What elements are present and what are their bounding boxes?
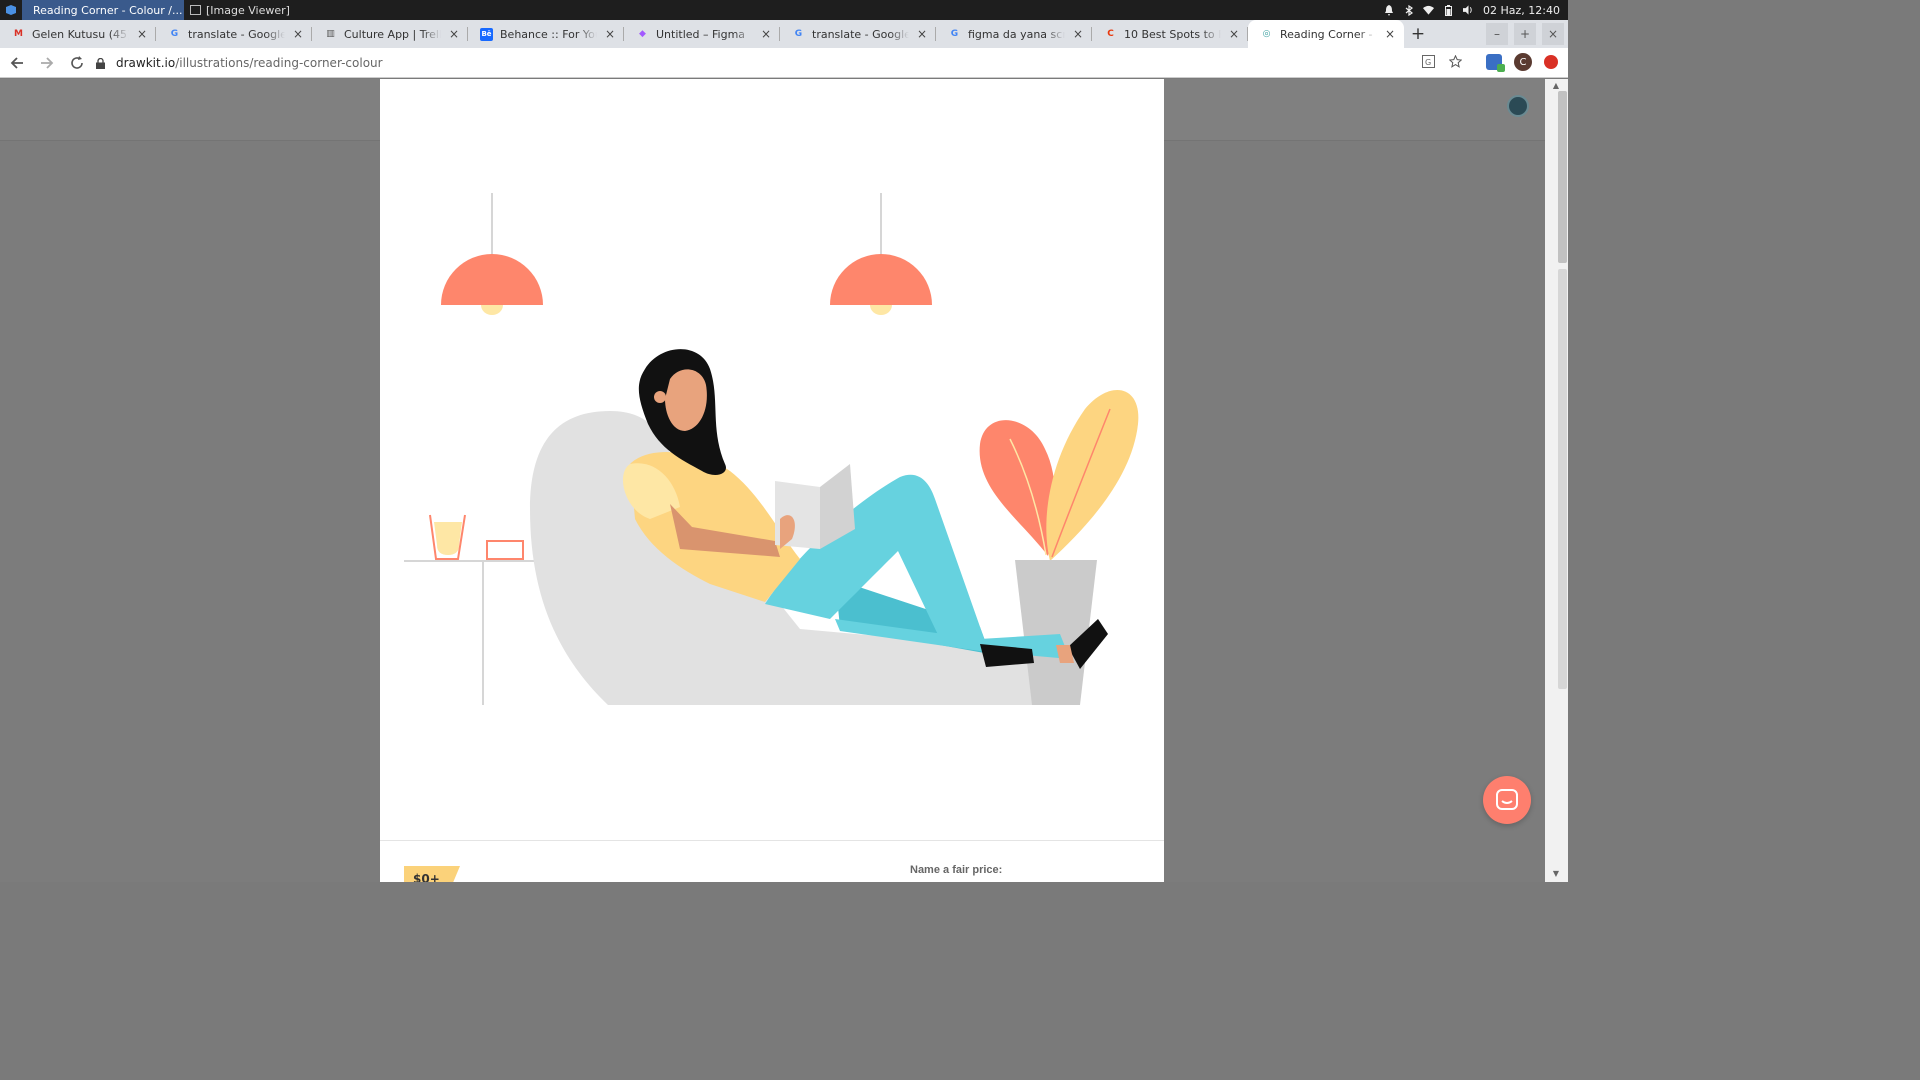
tab-title: Gelen Kutusu (45) - ca: [32, 27, 129, 41]
minimize-icon[interactable]: –: [1486, 23, 1508, 45]
scrollbar-track[interactable]: [1558, 269, 1567, 689]
back-arrow-icon[interactable]: [4, 50, 30, 76]
taskbar-item-browser[interactable]: Reading Corner - Colour /...: [22, 0, 184, 20]
update-alert-icon[interactable]: [1544, 55, 1558, 69]
page-scrollbar[interactable]: ▲ ▼: [1545, 79, 1568, 882]
url-path: /illustrations/reading-corner-colour: [175, 56, 383, 70]
extensions-area: C: [1486, 53, 1558, 72]
fair-price-label: Name a fair price:: [910, 864, 1003, 876]
drawkit-icon: ◎: [1262, 29, 1271, 39]
scrollbar-thumb[interactable]: [1558, 91, 1567, 263]
wifi-icon[interactable]: [1423, 5, 1435, 16]
behance-icon: Bē: [480, 27, 493, 41]
price-badge: $0+: [404, 866, 460, 882]
tab-title: 10 Best Spots to Find: [1124, 27, 1221, 41]
tab-behance[interactable]: Bē Behance :: For You ×: [468, 20, 624, 48]
notification-bell-icon[interactable]: [1383, 4, 1394, 16]
tab-best-spots[interactable]: C 10 Best Spots to Find ×: [1092, 20, 1248, 48]
tab-figma[interactable]: ◆ Untitled – Figma ×: [624, 20, 780, 48]
tab-gmail[interactable]: M Gelen Kutusu (45) - ca ×: [0, 20, 156, 48]
tab-title: translate - Google'da: [812, 27, 909, 41]
close-window-icon[interactable]: ×: [1542, 23, 1564, 45]
scroll-down-arrow-icon[interactable]: ▼: [1551, 869, 1561, 879]
close-tab-icon[interactable]: ×: [1384, 27, 1396, 41]
google-icon: G: [170, 29, 179, 39]
close-tab-icon[interactable]: ×: [136, 27, 148, 41]
maximize-icon[interactable]: +: [1514, 23, 1536, 45]
close-tab-icon[interactable]: ×: [448, 27, 460, 41]
url-host: drawkit.io: [116, 56, 176, 70]
tab-trello[interactable]: ▥ Culture App | Trello ×: [312, 20, 468, 48]
gmail-icon: M: [14, 29, 23, 39]
scroll-up-arrow-icon[interactable]: ▲: [1551, 81, 1561, 91]
figma-icon: ◆: [639, 29, 646, 39]
reading-corner-illustration: [404, 193, 1139, 705]
tab-title: Reading Corner - Colo: [1280, 27, 1377, 41]
bookmark-star-icon[interactable]: [1448, 54, 1463, 71]
system-tray: 02 Haz, 12:40: [1383, 0, 1568, 20]
chat-icon: [1496, 789, 1518, 810]
volume-icon[interactable]: [1463, 5, 1474, 16]
reload-icon[interactable]: [64, 50, 90, 76]
browser-tab-strip: M Gelen Kutusu (45) - ca × G translate -…: [0, 20, 1568, 48]
google-icon: G: [794, 29, 803, 39]
taskbar-item-label: Reading Corner - Colour /...: [33, 3, 183, 17]
translate-icon[interactable]: G: [1422, 55, 1435, 71]
close-tab-icon[interactable]: ×: [604, 27, 616, 41]
tab-title: Culture App | Trello: [344, 27, 441, 41]
tab-reading-corner[interactable]: ◎ Reading Corner - Colo ×: [1248, 20, 1404, 48]
tab-title: figma da yana scroll b: [968, 27, 1065, 41]
illustration-modal: $0+ Name a fair price:: [380, 79, 1164, 882]
chat-launcher-button[interactable]: [1483, 776, 1531, 824]
close-tab-icon[interactable]: ×: [292, 27, 304, 41]
close-tab-icon[interactable]: ×: [1072, 27, 1084, 41]
extension-icon[interactable]: [1486, 54, 1505, 72]
site-icon: C: [1107, 29, 1114, 39]
image-viewer-icon: [190, 5, 201, 15]
tab-google-figma-scroll[interactable]: G figma da yana scroll b ×: [936, 20, 1092, 48]
bluetooth-icon[interactable]: [1403, 4, 1414, 16]
forward-arrow-icon[interactable]: [34, 50, 60, 76]
trello-icon: ▥: [326, 29, 335, 39]
clock[interactable]: 02 Haz, 12:40: [1483, 4, 1560, 17]
close-tab-icon[interactable]: ×: [1228, 27, 1240, 41]
svg-text:G: G: [1425, 58, 1431, 67]
page-viewport: $0+ Name a fair price:: [0, 79, 1545, 882]
app-launcher-icon[interactable]: [0, 0, 22, 20]
user-avatar[interactable]: [1507, 95, 1529, 117]
battery-icon[interactable]: [1443, 4, 1454, 16]
google-icon: G: [950, 29, 959, 39]
tab-google-translate-2[interactable]: G translate - Google'da ×: [780, 20, 936, 48]
browser-toolbar: drawkit.io/illustrations/reading-corner-…: [0, 48, 1568, 78]
new-tab-button[interactable]: +: [1404, 20, 1432, 48]
taskbar-item-label: [Image Viewer]: [206, 3, 290, 17]
tab-title: Behance :: For You: [500, 27, 597, 41]
pendant-lamp-right: [830, 193, 932, 315]
tab-title: Untitled – Figma: [656, 27, 746, 41]
close-tab-icon[interactable]: ×: [760, 27, 772, 41]
profile-avatar[interactable]: C: [1514, 53, 1532, 71]
section-divider: [380, 840, 1164, 841]
address-bar[interactable]: drawkit.io/illustrations/reading-corner-…: [90, 51, 1470, 75]
tab-google-translate[interactable]: G translate - Google'da ×: [156, 20, 312, 48]
window-controls: – + ×: [1486, 23, 1564, 45]
close-tab-icon[interactable]: ×: [916, 27, 928, 41]
omnibox-actions: G: [1422, 54, 1463, 71]
os-taskbar: Reading Corner - Colour /... [Image View…: [0, 0, 1568, 20]
pendant-lamp-left: [441, 193, 543, 315]
tab-title: translate - Google'da: [188, 27, 285, 41]
lock-icon[interactable]: [96, 57, 110, 69]
taskbar-item-image-viewer[interactable]: [Image Viewer]: [184, 0, 296, 20]
